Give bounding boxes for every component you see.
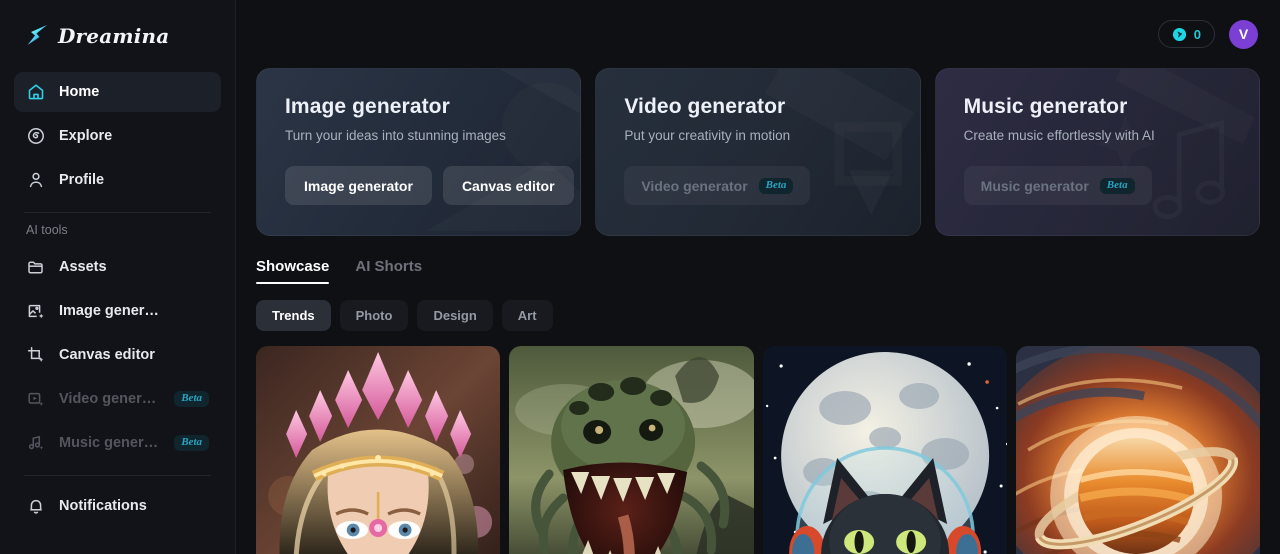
sidebar-tools-nav: Assets Image gener… Canvas editor Video … bbox=[14, 247, 221, 463]
beta-badge: Beta bbox=[174, 391, 209, 407]
sidebar-primary-nav: Home Explore Profile bbox=[14, 72, 221, 200]
card-subtitle: Put your creativity in motion bbox=[624, 128, 791, 143]
music-generator-button[interactable]: Music generator Beta bbox=[963, 166, 1152, 205]
space-cat-image bbox=[762, 346, 1007, 554]
card-subtitle: Create music effortlessly with AI bbox=[963, 128, 1155, 143]
button-label: Image generator bbox=[304, 177, 413, 194]
sidebar-item-label: Home bbox=[59, 84, 100, 100]
dreamina-app: Dreamina Home Explore Profile AI tools A… bbox=[0, 0, 1280, 554]
profile-person-icon bbox=[26, 170, 46, 190]
tab-label: Showcase bbox=[256, 258, 330, 275]
sidebar-item-label: Canvas editor bbox=[59, 347, 155, 363]
card-image-generator[interactable]: Image generator Turn your ideas into stu… bbox=[256, 68, 582, 236]
card-title: Music generator bbox=[963, 95, 1128, 118]
sidebar-item-image-generator[interactable]: Image gener… bbox=[14, 291, 221, 331]
chip-art[interactable]: Art bbox=[501, 300, 553, 331]
sidebar-item-label: Music gener… bbox=[59, 435, 159, 451]
chip-label: Art bbox=[517, 308, 537, 323]
chip-design[interactable]: Design bbox=[417, 300, 493, 331]
video-generator-button[interactable]: Video generator Beta bbox=[624, 166, 811, 205]
sidebar-item-label: Explore bbox=[59, 128, 113, 144]
button-label: Video generator bbox=[641, 177, 748, 194]
sidebar-divider-bottom bbox=[24, 475, 211, 476]
bell-icon bbox=[26, 496, 46, 516]
brand-logo[interactable]: Dreamina bbox=[14, 0, 221, 72]
card-title: Video generator bbox=[624, 95, 786, 118]
promo-cards: Image generator Turn your ideas into stu… bbox=[236, 68, 1280, 236]
card-actions: Video generator Beta bbox=[624, 166, 891, 205]
avatar[interactable]: V bbox=[1229, 19, 1258, 49]
video-sparkle-icon bbox=[26, 389, 46, 409]
folder-icon bbox=[26, 257, 46, 277]
sidebar-item-video-generator[interactable]: Video gener… Beta bbox=[14, 379, 221, 419]
card-decoration bbox=[596, 69, 919, 231]
canvas-crop-icon bbox=[26, 345, 46, 365]
image-sparkle-icon bbox=[26, 301, 46, 321]
beta-badge: Beta bbox=[758, 177, 794, 194]
sidebar-item-assets[interactable]: Assets bbox=[14, 247, 221, 287]
sidebar-item-notifications[interactable]: Notifications bbox=[14, 486, 221, 526]
card-music-generator[interactable]: Music generator Create music effortlessl… bbox=[934, 68, 1260, 236]
canvas-editor-button[interactable]: Canvas editor bbox=[442, 166, 574, 205]
sidebar-section-label: AI tools bbox=[26, 223, 68, 237]
avatar-initial: V bbox=[1238, 26, 1249, 42]
sidebar-item-music-generator[interactable]: Music gener… Beta bbox=[14, 423, 221, 463]
sidebar-divider-top bbox=[24, 212, 211, 213]
credit-coin-icon bbox=[1172, 27, 1187, 42]
tentacle-monster-image bbox=[509, 346, 754, 554]
tab-ai-shorts[interactable]: AI Shorts bbox=[355, 258, 422, 284]
card-decoration bbox=[936, 69, 1259, 231]
button-label: Music generator bbox=[980, 177, 1089, 194]
gallery-tile[interactable] bbox=[509, 346, 754, 554]
image-generator-button[interactable]: Image generator bbox=[285, 166, 432, 205]
beta-badge: Beta bbox=[174, 435, 209, 451]
main-content: 0 V Image generator Turn your ideas into… bbox=[236, 0, 1280, 554]
chip-label: Trends bbox=[272, 308, 315, 323]
home-icon bbox=[26, 82, 46, 102]
sidebar-item-explore[interactable]: Explore bbox=[14, 116, 221, 156]
card-decoration bbox=[257, 69, 580, 231]
card-title: Image generator bbox=[285, 95, 450, 118]
tab-label: AI Shorts bbox=[355, 258, 423, 275]
sidebar-item-canvas-editor[interactable]: Canvas editor bbox=[14, 335, 221, 375]
showcase-tabs: Showcase AI Shorts bbox=[236, 236, 1280, 284]
topbar: 0 V bbox=[236, 0, 1280, 68]
chip-photo[interactable]: Photo bbox=[339, 300, 409, 331]
sidebar-item-profile[interactable]: Profile bbox=[14, 160, 221, 200]
credits-value: 0 bbox=[1193, 26, 1201, 42]
ringed-planet-image bbox=[1015, 346, 1260, 554]
sidebar-item-label: Profile bbox=[59, 172, 105, 188]
sidebar-item-label: Image gener… bbox=[59, 303, 159, 319]
dreamina-arrow-logo-icon bbox=[24, 23, 50, 49]
explore-spiral-icon bbox=[26, 126, 46, 146]
card-actions: Image generator Canvas editor bbox=[285, 166, 574, 205]
sidebar-item-home[interactable]: Home bbox=[14, 72, 221, 112]
credits-badge[interactable]: 0 bbox=[1157, 20, 1215, 48]
card-actions: Music generator Beta bbox=[963, 166, 1231, 205]
sidebar-item-label: Notifications bbox=[59, 498, 147, 514]
music-note-sparkle-icon bbox=[26, 433, 46, 453]
card-subtitle: Turn your ideas into stunning images bbox=[285, 128, 506, 143]
chip-trends[interactable]: Trends bbox=[256, 300, 331, 331]
showcase-gallery bbox=[236, 331, 1280, 554]
card-video-generator[interactable]: Video generator Put your creativity in m… bbox=[595, 68, 921, 236]
sidebar-item-label: Video gener… bbox=[59, 391, 157, 407]
gallery-tile[interactable] bbox=[762, 346, 1007, 554]
beta-badge: Beta bbox=[1099, 177, 1135, 194]
sidebar-item-label: Assets bbox=[59, 259, 107, 275]
tiara-woman-image bbox=[256, 346, 501, 554]
chip-label: Design bbox=[433, 308, 477, 323]
chip-label: Photo bbox=[355, 308, 393, 323]
button-label: Canvas editor bbox=[461, 177, 555, 194]
brand-name: Dreamina bbox=[58, 24, 170, 48]
tab-showcase[interactable]: Showcase bbox=[256, 258, 330, 284]
filter-chips: Trends Photo Design Art bbox=[236, 284, 1280, 331]
sidebar: Dreamina Home Explore Profile AI tools A… bbox=[0, 0, 236, 554]
gallery-tile[interactable] bbox=[256, 346, 501, 554]
gallery-tile[interactable] bbox=[1015, 346, 1260, 554]
